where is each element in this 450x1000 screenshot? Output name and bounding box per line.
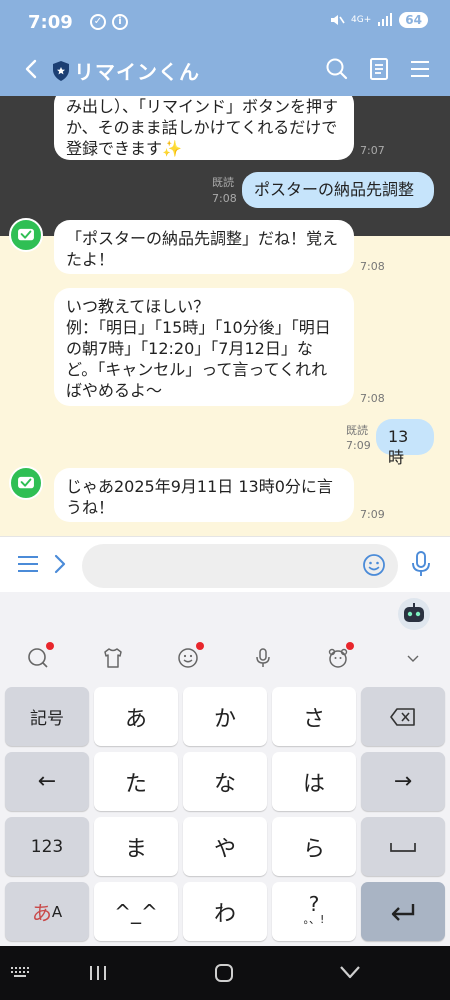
read-receipt: 既読 [212,176,234,189]
bot-message: いつ教えてほしい？ 例：「明日」「15時」「10分後」「明日の朝7時」「12:2… [54,288,354,406]
enter-key[interactable] [361,882,445,941]
key-numbers[interactable]: 123 [5,817,89,876]
microphone-icon[interactable] [410,550,432,578]
shield-check-icon: ✓ [90,14,106,30]
network-label: 4G+ [351,15,372,25]
status-time: 7:09 [28,12,73,33]
signal-icon [378,13,393,26]
tshirt-icon[interactable] [101,646,125,670]
enter-icon [391,903,415,921]
message-input[interactable] [82,544,398,588]
chat-title: リマインくん [74,60,200,84]
backspace-key[interactable] [361,687,445,746]
key-ta[interactable]: た [94,752,178,811]
key-symbols[interactable]: 記号 [5,687,89,746]
key-right-arrow[interactable]: → [361,752,445,811]
verified-shield-icon [53,61,69,81]
keyboard: 記号 あ か さ ← た な は → 123 ま や ら あA ^_^ わ ? … [0,592,450,946]
key-ka[interactable]: か [183,687,267,746]
system-nav-bar [0,946,450,1000]
mute-icon [331,15,345,25]
battery-indicator: 64 [399,12,428,28]
status-right: 4G+ 64 [329,12,428,28]
message-time: 7:09 [360,508,385,521]
backspace-icon [390,707,415,726]
key-emoticon[interactable]: ^_^ [94,882,178,941]
key-a[interactable]: あ [94,687,178,746]
bot-message: 「ポスターの納品先調整」だね！覚えたよ！ [54,220,354,274]
notes-icon[interactable] [364,54,394,84]
bot-avatar[interactable] [9,466,43,500]
check-bubble-icon [18,476,34,489]
back-chevron-icon[interactable] [339,964,361,980]
message-time: 7:08 [212,192,237,205]
key-input-mode[interactable]: あA [5,882,89,941]
sticker-bear-icon[interactable] [326,646,350,670]
question-mark-label: ? [308,891,320,916]
key-ha[interactable]: は [272,752,356,811]
back-arrow-icon[interactable] [18,54,46,84]
bot-avatar[interactable] [9,218,43,252]
key-wa[interactable]: わ [183,882,267,941]
key-ma[interactable]: ま [94,817,178,876]
keyboard-switch-icon[interactable] [10,966,32,980]
status-icons: ✓ i [90,14,128,30]
emoji-icon[interactable] [176,646,200,670]
status-bar: 7:09 ✓ i 4G+ 64 [0,0,450,46]
space-icon [390,842,416,852]
key-ra[interactable]: ら [272,817,356,876]
search-icon[interactable] [26,646,50,670]
chat-header: リマインくん [0,46,450,96]
menu-lines-icon[interactable] [16,553,40,575]
chat-area[interactable]: み出し）、「リマインド」ボタンを押すか、そのまま話しかけてくれるだけで登録できま… [0,96,450,536]
bot-message-partial: み出し）、「リマインド」ボタンを押すか、そのまま話しかけてくれるだけで登録できま… [54,96,354,160]
mode-latin-label: A [51,902,63,921]
sent-message: 13時 [376,419,434,467]
mode-kana-label: あ [31,901,52,925]
check-bubble-icon [18,228,34,241]
space-key[interactable] [361,817,445,876]
key-ya[interactable]: や [183,817,267,876]
home-icon[interactable] [214,963,234,983]
notification-dot [196,642,204,650]
sent-message: ポスターの納品先調整 [242,172,434,208]
search-icon[interactable] [322,54,352,84]
menu-icon[interactable] [405,54,435,84]
assistant-robot-icon[interactable] [398,598,430,630]
emoji-icon[interactable] [362,553,386,577]
notification-dot [46,642,54,650]
chevron-right-icon[interactable] [52,553,68,575]
message-time: 7:08 [360,260,385,273]
key-left-arrow[interactable]: ← [5,752,89,811]
message-time: 7:08 [360,392,385,405]
collapse-keyboard-icon[interactable] [401,646,425,670]
message-time: 7:07 [360,144,385,157]
bot-message: じゃあ2025年9月11日 13時0分に言うね！ [54,468,354,522]
key-na[interactable]: な [183,752,267,811]
punctuation-label: 。、! [303,912,325,926]
microphone-icon[interactable] [251,646,275,670]
key-sa[interactable]: さ [272,687,356,746]
message-time: 7:09 [346,439,371,452]
notification-dot [346,642,354,650]
read-receipt: 既読 [346,424,368,437]
message-input-bar [0,536,450,592]
recent-apps-icon[interactable] [88,964,108,982]
key-punctuation[interactable]: ? 。、! [272,882,356,941]
info-icon: i [112,14,128,30]
